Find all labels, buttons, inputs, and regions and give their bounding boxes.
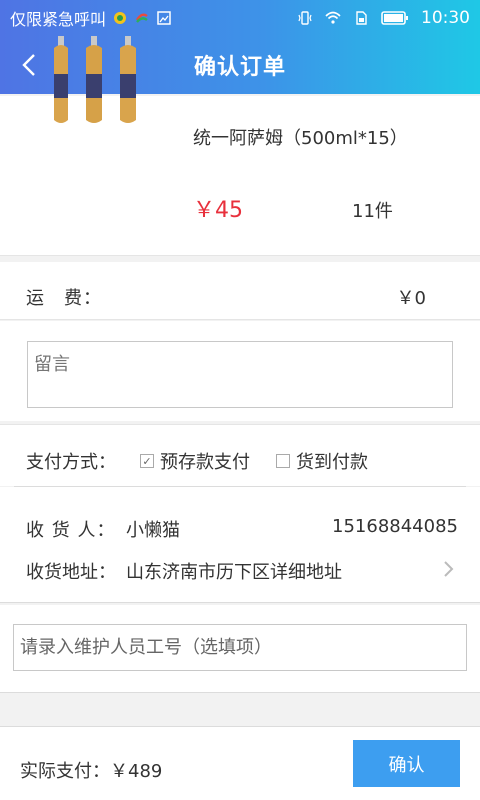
receiver-label: 收 货 人：	[26, 520, 116, 541]
clock: 10:30	[421, 8, 470, 28]
back-button[interactable]	[12, 48, 46, 82]
page-title: 确认订单	[193, 55, 286, 80]
payment-label: 支付方式：	[26, 452, 116, 473]
carrier-label: 仅限紧急呼叫	[10, 10, 107, 29]
swirl-app-icon	[135, 13, 148, 23]
payment-option-prepaid[interactable]: ✓ 预存款支付	[140, 448, 250, 474]
shipping-label: 运 费：	[26, 288, 102, 309]
checkbox-checked-icon[interactable]: ✓	[140, 454, 154, 468]
address-label: 收货地址：	[26, 562, 116, 583]
product-image	[54, 36, 136, 123]
staff-id-input[interactable]	[13, 624, 467, 671]
image-icon	[157, 11, 171, 25]
payment-option-label: 货到付款	[296, 452, 368, 473]
receiver-phone: 15168844085	[332, 516, 458, 537]
product-quantity: 11件	[352, 201, 393, 222]
app-notification-icon	[114, 12, 127, 24]
sim-card-icon	[356, 11, 367, 25]
payment-option-label: 预存款支付	[160, 452, 250, 473]
battery-icon	[381, 11, 408, 25]
confirm-button[interactable]: 确认	[353, 740, 460, 787]
vibrate-icon	[298, 11, 312, 25]
payment-option-cod[interactable]: 货到付款	[276, 448, 368, 474]
address-section[interactable]	[0, 487, 480, 603]
shipping-value: ￥0	[396, 288, 426, 309]
product-price: ￥45	[193, 198, 243, 223]
total-payment: 实际支付：￥489	[20, 761, 163, 782]
remark-input[interactable]	[27, 341, 453, 408]
checkbox-icon[interactable]	[276, 454, 290, 468]
address-value: 山东济南市历下区详细地址	[126, 562, 342, 583]
chevron-left-icon	[22, 54, 35, 76]
product-name: 统一阿萨姆（500ml*15）	[193, 128, 408, 149]
receiver-name: 小懒猫	[126, 520, 180, 541]
wifi-icon	[325, 11, 341, 24]
chevron-right-icon[interactable]	[440, 560, 456, 578]
